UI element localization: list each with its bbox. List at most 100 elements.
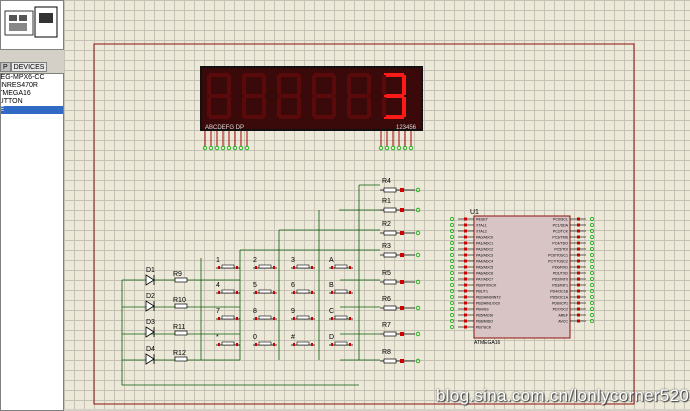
button-label: #	[291, 334, 295, 341]
diode-group: D1 D2 D3 D4	[145, 267, 155, 365]
device-item[interactable]: MINRES470R	[1, 82, 63, 90]
diode-symbol	[145, 274, 155, 286]
keypad-button-1[interactable]: 1	[216, 257, 240, 269]
keypad-button-9[interactable]: 9	[291, 308, 315, 320]
mcu-pin-label: PC0/SCL	[553, 218, 568, 222]
resistor-r9: R9	[173, 271, 188, 283]
resistor-label: R3	[382, 243, 391, 250]
device-item[interactable]: 7SEG-MPX6-CC	[1, 74, 63, 82]
diode-d3: D3	[145, 319, 155, 338]
button-label: C	[329, 308, 334, 315]
resistor-label: R1	[382, 198, 391, 205]
resistor-label: R11	[173, 324, 185, 331]
segment-g	[349, 94, 369, 98]
tab-devices[interactable]: DEVICES	[10, 62, 48, 72]
mcu-pin-label: PD7/OC2	[553, 308, 568, 312]
keypad-button-#[interactable]: #	[291, 334, 315, 346]
segment-b	[367, 75, 371, 95]
segment-f	[242, 75, 246, 95]
keypad-button-8[interactable]: 8	[253, 308, 277, 320]
segment-e	[207, 97, 211, 117]
mcu-pin-label: PA4/ADC4	[476, 260, 493, 264]
digit-pin-label: 123456	[396, 125, 417, 131]
left-resistors: R9 R10 R11 R12	[173, 271, 188, 362]
resistor-r10: R10	[173, 297, 188, 309]
pin-marker	[400, 332, 404, 336]
keypad-button-5[interactable]: 5	[253, 282, 277, 294]
display-pins	[202, 131, 414, 151]
keypad-button-4[interactable]: 4	[216, 282, 240, 294]
pin-terminal	[396, 145, 402, 151]
keypad-button-D[interactable]: D	[329, 334, 353, 346]
segment-d	[349, 115, 369, 119]
pin-marker	[400, 280, 404, 284]
mcu-pin-label: PC1/SDA	[553, 224, 569, 228]
mcu-pin-label: PD2/INT0	[552, 278, 568, 282]
keypad-button-B[interactable]: B	[329, 282, 353, 294]
segment-f	[347, 75, 351, 95]
diode-label: D1	[146, 267, 155, 274]
schematic-canvas[interactable]: ABCDEFG DP 123456 R4 R1 R2 R3 R5 R6 R7 R…	[64, 0, 690, 409]
resistor-r7: R7	[380, 322, 421, 337]
keypad-button-2[interactable]: 2	[253, 257, 277, 269]
terminal	[415, 279, 421, 285]
pin-terminal	[402, 145, 408, 151]
device-item[interactable]: ATMEGA16	[1, 90, 63, 98]
tab-p[interactable]: P	[0, 62, 11, 72]
mcu-pin-label: PD5/OC1A	[550, 296, 568, 300]
device-list: 7SEG-MPX6-CC MINRES470R ATMEGA16 BUTTON …	[0, 73, 64, 411]
resistor-label: R6	[382, 296, 391, 303]
preview-thumbnail	[4, 6, 58, 38]
pin-marker	[400, 208, 404, 212]
segment-f	[312, 75, 316, 95]
device-item-selected[interactable]: DIODE	[1, 106, 63, 114]
keypad-button-A[interactable]: A	[329, 257, 353, 269]
button-label: B	[329, 282, 334, 289]
segment-b	[262, 75, 266, 95]
diode-label: D4	[146, 346, 155, 353]
pin-terminal	[378, 145, 384, 151]
segment-c	[262, 97, 266, 117]
button-label: 9	[291, 308, 295, 315]
keypad-button-0[interactable]: 0	[253, 334, 277, 346]
button-label: 7	[216, 308, 220, 315]
segment-g	[314, 94, 334, 98]
keypad-button-*[interactable]: *	[216, 334, 240, 346]
pin-terminal	[238, 145, 244, 151]
button-label: 1	[216, 257, 220, 264]
segment-a	[349, 73, 369, 77]
resistor-body	[174, 356, 188, 362]
resistor-body	[383, 252, 397, 258]
resistor-r1: R1	[380, 198, 421, 213]
pin-terminal	[408, 145, 414, 151]
resistor-label: R12	[173, 350, 186, 357]
resistor-body	[383, 230, 397, 236]
resistor-body	[174, 330, 188, 336]
button-label: D	[329, 334, 334, 341]
mcu-pin-label: PA1/ADC1	[476, 242, 493, 246]
terminal	[415, 187, 421, 193]
keypad-button-C[interactable]: C	[329, 308, 353, 320]
keypad-button-3[interactable]: 3	[291, 257, 315, 269]
overview-preview[interactable]	[0, 0, 64, 50]
pin-terminal	[244, 145, 250, 151]
segment-b	[227, 75, 231, 95]
keypad-button-7[interactable]: 7	[216, 308, 240, 320]
button-label: 2	[253, 257, 257, 264]
mcu-pin-label: PC4/TDO	[552, 242, 568, 246]
pin-marker	[400, 253, 404, 257]
keypad-button-6[interactable]: 6	[291, 282, 315, 294]
mcu-pin-label: PA7/ADC7	[476, 278, 493, 282]
device-item[interactable]: BUTTON	[1, 98, 63, 106]
diode-d1: D1	[145, 267, 155, 286]
resistor-r5: R5	[380, 270, 421, 285]
seven-segment-display: ABCDEFG DP 123456	[200, 66, 423, 151]
segment-g	[244, 94, 264, 98]
segment-d	[384, 115, 404, 119]
resistor-body	[174, 303, 188, 309]
pin-marker	[400, 231, 404, 235]
terminal	[415, 305, 421, 311]
diode-d4: D4	[145, 346, 155, 365]
segment-b	[402, 75, 406, 95]
segment-f	[277, 75, 281, 95]
